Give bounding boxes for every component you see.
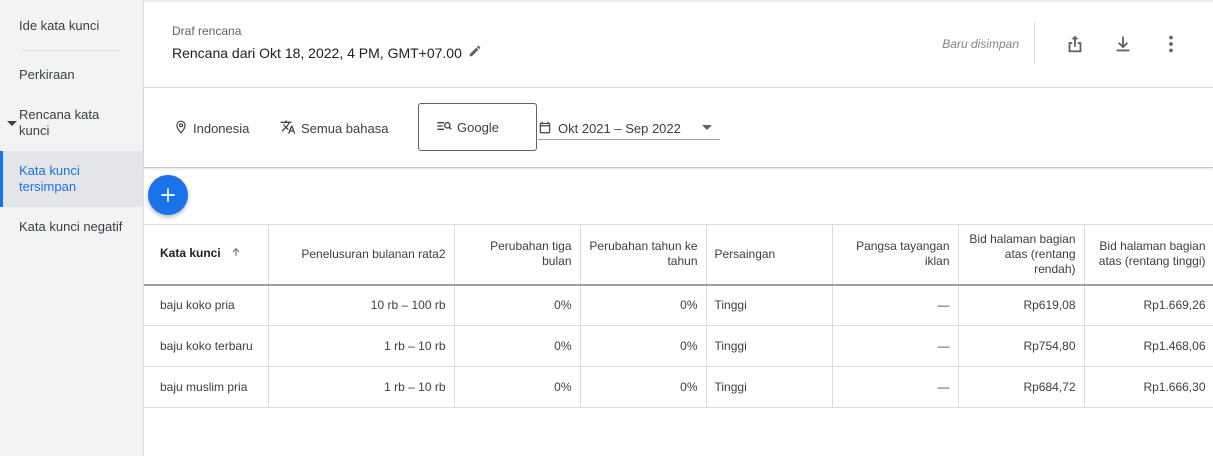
table-row[interactable]: baju koko pria 10 rb – 100 rb 0% 0% Ting… [144,284,1213,326]
sidebar-divider [22,50,120,51]
cell-yoy-change: 0% [580,325,707,367]
cell-three-month-change: 0% [454,366,581,408]
draft-label: Draf rencana [172,24,242,38]
cell-competition: Tinggi [706,284,833,326]
saved-status: Baru disimpan [942,37,1019,51]
network-label: Google [457,119,499,135]
cell-competition: Tinggi [706,325,833,367]
cell-three-month-change: 0% [454,284,581,326]
cell-avg-searches: 1 rb – 10 rb [268,366,455,408]
cell-impression-share: — [832,284,959,326]
cell-competition: Tinggi [706,366,833,408]
sidebar-item-label: Rencana kata kunci [19,107,100,138]
column-header-keyword[interactable]: Kata kunci [144,224,269,286]
sidebar-item-label: Kata kunci negatif [19,219,123,234]
table-header-row: Kata kunci Penelusuran bulanan rata2 Per… [144,224,1213,286]
language-filter[interactable]: Semua bahasa [280,119,388,138]
header-divider [1034,22,1035,64]
location-label: Indonesia [193,121,250,136]
cell-bid-low: Rp619,08 [958,284,1085,326]
cell-bid-high: Rp1.669,26 [1084,284,1213,326]
cell-avg-searches: 10 rb – 100 rb [268,284,455,326]
cell-avg-searches: 1 rb – 10 rb [268,325,455,367]
cell-impression-share: — [832,325,959,367]
plus-icon [161,188,175,202]
cell-keyword: baju muslim pria [144,366,269,408]
column-header-label: Kata kunci [160,246,221,261]
date-range-label: Okt 2021 – Sep 2022 [558,121,681,136]
keyword-table: Kata kunci Penelusuran bulanan rata2 Per… [144,224,1213,408]
column-header-three-month-change[interactable]: Perubahan tiga bulan [454,224,581,286]
column-header-avg-searches[interactable]: Penelusuran bulanan rata2 [268,224,455,286]
column-header-yoy-change[interactable]: Perubahan tahun ke tahun [580,224,707,286]
sidebar-item-saved-keywords[interactable]: Kata kunci tersimpan [0,151,143,207]
calendar-icon [538,120,552,138]
cell-bid-low: Rp684,72 [958,366,1085,408]
sidebar-item-keyword-plan[interactable]: Rencana kata kunci [0,107,143,139]
column-header-impression-share[interactable]: Pangsa tayangan iklan [832,224,959,286]
arrow-up-icon[interactable] [230,246,242,262]
sidebar-item-label: Ide kata kunci [19,18,100,33]
plan-title[interactable]: Rencana dari Okt 18, 2022, 4 PM, GMT+07.… [172,44,482,61]
translate-icon [280,119,296,138]
add-keyword-button[interactable] [148,175,188,215]
cell-impression-share: — [832,366,959,408]
table-row[interactable]: baju koko terbaru 1 rb – 10 rb 0% 0% Tin… [144,325,1213,367]
network-selector[interactable]: Google [418,103,537,151]
sidebar-item-keyword-ideas[interactable]: Ide kata kunci [0,18,143,34]
plan-title-text: Rencana dari Okt 18, 2022, 4 PM, GMT+07.… [172,44,462,61]
cell-yoy-change: 0% [580,366,707,408]
cell-yoy-change: 0% [580,284,707,326]
cell-bid-high: Rp1.666,30 [1084,366,1213,408]
sidebar-item-label: Perkiraan [19,67,75,82]
column-header-competition[interactable]: Persaingan [706,224,833,286]
column-header-bid-low[interactable]: Bid halaman bagian atas (rentang rendah) [958,224,1085,286]
filter-bar: Indonesia Semua bahasa Google Okt 2021 –… [144,88,1213,168]
date-range-selector[interactable]: Okt 2021 – Sep 2022 [538,118,720,140]
column-header-bid-high[interactable]: Bid halaman bagian atas (rentang tinggi) [1084,224,1213,286]
cell-keyword: baju koko pria [144,284,269,326]
cell-keyword: baju koko terbaru [144,325,269,367]
location-filter[interactable]: Indonesia [174,119,249,138]
share-icon[interactable] [1063,32,1087,56]
search-network-icon [436,119,452,136]
language-label: Semua bahasa [301,121,389,136]
cell-three-month-change: 0% [454,325,581,367]
sidebar-item-forecasts[interactable]: Perkiraan [0,67,143,83]
chevron-down-icon [702,125,712,130]
download-icon[interactable] [1111,32,1135,56]
edit-icon[interactable] [468,44,482,61]
table-row[interactable]: baju muslim pria 1 rb – 10 rb 0% 0% Ting… [144,366,1213,408]
more-vert-icon[interactable] [1159,32,1183,56]
location-pin-icon [174,119,188,138]
cell-bid-high: Rp1.468,06 [1084,325,1213,367]
cell-bid-low: Rp754,80 [958,325,1085,367]
sidebar: Ide kata kunci Perkiraan Rencana kata ku… [0,0,144,456]
sidebar-item-negative-keywords[interactable]: Kata kunci negatif [0,219,143,235]
plan-header: Draf rencana Rencana dari Okt 18, 2022, … [144,0,1213,88]
sidebar-item-label: Kata kunci tersimpan [19,163,80,194]
